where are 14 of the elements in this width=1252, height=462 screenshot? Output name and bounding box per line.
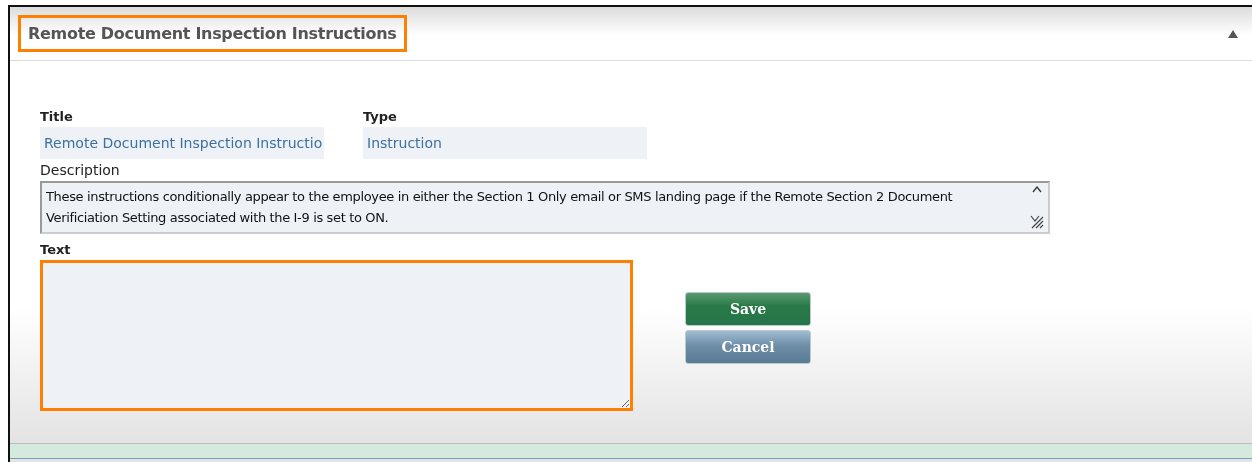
save-button[interactable]: Save [685, 292, 811, 326]
type-label: Type [363, 107, 398, 126]
panel-title: Remote Document Inspection Instructions [28, 24, 397, 43]
text-label: Text [40, 240, 72, 259]
type-field[interactable]: Instruction [363, 127, 647, 159]
resize-handle-icon[interactable] [1030, 215, 1044, 229]
title-label: Title [40, 107, 74, 126]
text-field[interactable] [40, 260, 633, 411]
title-field[interactable]: Remote Document Inspection Instructio [40, 127, 324, 159]
scroll-up-icon[interactable] [1032, 186, 1042, 193]
description-field[interactable]: These instructions conditionally appear to the employee in either the Section 1 Only email or SMS landing page if the Remote Section 2 Document Verificiation Setting associated with the I-9 is set to ON. [40, 181, 1050, 234]
description-label: Description [40, 161, 121, 180]
collapse-icon[interactable] [1228, 29, 1238, 38]
cancel-button[interactable]: Cancel [685, 330, 811, 364]
